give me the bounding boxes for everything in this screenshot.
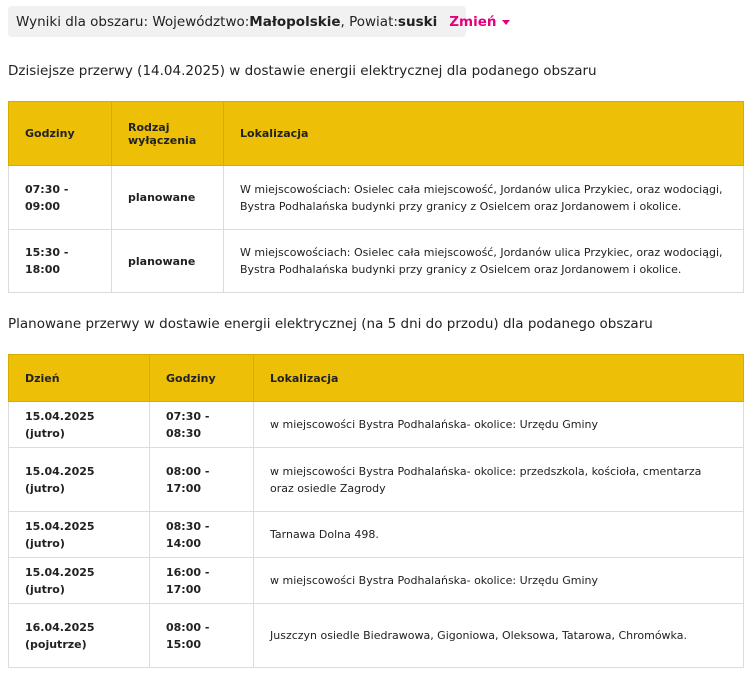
table-row: 15.04.2025 (jutro) 07:30 - 08:30 w miejs… (8, 401, 744, 448)
cell-location: Tarnawa Dolna 498. (253, 511, 744, 558)
table-row: 15.04.2025 (jutro) 16:00 - 17:00 w miejs… (8, 557, 744, 604)
table-row: 15:30 - 18:00 planowane W miejscowościac… (8, 229, 744, 293)
cell-location: W miejscowościach: Osielec cała miejscow… (223, 229, 744, 293)
voivodeship-value: Małopolskie (249, 13, 341, 30)
table-row: 16.04.2025 (pojutrze) 08:00 - 15:00 Jusz… (8, 603, 744, 668)
cell-location: w miejscowości Bystra Podhalańska- okoli… (253, 447, 744, 512)
county-value: suski (397, 13, 438, 30)
planned-section-title: Planowane przerwy w dostawie energii ele… (8, 316, 653, 332)
county-prefix-label: , Powiat: (340, 13, 398, 30)
cell-hours: 07:30 - 08:30 (149, 401, 254, 448)
cell-day: 16.04.2025 (pojutrze) (8, 603, 150, 668)
area-filter-bar: Wyniki dla obszaru: Województwo: Małopol… (8, 6, 511, 37)
col-header-day: Dzień (8, 354, 150, 402)
cell-type: planowane (111, 165, 224, 230)
cell-hours: 15:30 - 18:00 (8, 229, 112, 293)
today-section-title: Dzisiejsze przerwy (14.04.2025) w dostaw… (8, 63, 597, 79)
change-area-label: Zmień (449, 13, 497, 30)
col-header-location: Lokalizacja (253, 354, 744, 402)
table-header-row: Dzień Godziny Lokalizacja (8, 354, 744, 402)
table-header-row: Godziny Rodzaj wyłączenia Lokalizacja (8, 101, 744, 166)
cell-hours: 08:00 - 17:00 (149, 447, 254, 512)
cell-location: w miejscowości Bystra Podhalańska- okoli… (253, 401, 744, 448)
cell-hours: 08:00 - 15:00 (149, 603, 254, 668)
col-header-location: Lokalizacja (223, 101, 744, 166)
change-area-button[interactable]: Zmień (449, 13, 511, 30)
table-row: 15.04.2025 (jutro) 08:30 - 14:00 Tarnawa… (8, 511, 744, 558)
cell-hours: 16:00 - 17:00 (149, 557, 254, 604)
col-header-hours: Godziny (149, 354, 254, 402)
cell-day: 15.04.2025 (jutro) (8, 447, 150, 512)
cell-day: 15.04.2025 (jutro) (8, 557, 150, 604)
area-prefix-label: Wyniki dla obszaru: Województwo: (16, 13, 250, 30)
table-row: 07:30 - 09:00 planowane W miejscowościac… (8, 165, 744, 230)
today-outages-table: Godziny Rodzaj wyłączenia Lokalizacja 07… (8, 101, 744, 293)
caret-down-icon (502, 20, 511, 25)
cell-hours: 07:30 - 09:00 (8, 165, 112, 230)
cell-day: 15.04.2025 (jutro) (8, 401, 150, 448)
cell-type: planowane (111, 229, 224, 293)
cell-location: Juszczyn osiedle Biedrawowa, Gigoniowa, … (253, 603, 744, 668)
cell-hours: 08:30 - 14:00 (149, 511, 254, 558)
col-header-hours: Godziny (8, 101, 112, 166)
cell-location: W miejscowościach: Osielec cała miejscow… (223, 165, 744, 230)
cell-location: w miejscowości Bystra Podhalańska- okoli… (253, 557, 744, 604)
cell-day: 15.04.2025 (jutro) (8, 511, 150, 558)
planned-outages-table: Dzień Godziny Lokalizacja 15.04.2025 (ju… (8, 354, 744, 668)
col-header-type: Rodzaj wyłączenia (111, 101, 224, 166)
table-row: 15.04.2025 (jutro) 08:00 - 17:00 w miejs… (8, 447, 744, 512)
